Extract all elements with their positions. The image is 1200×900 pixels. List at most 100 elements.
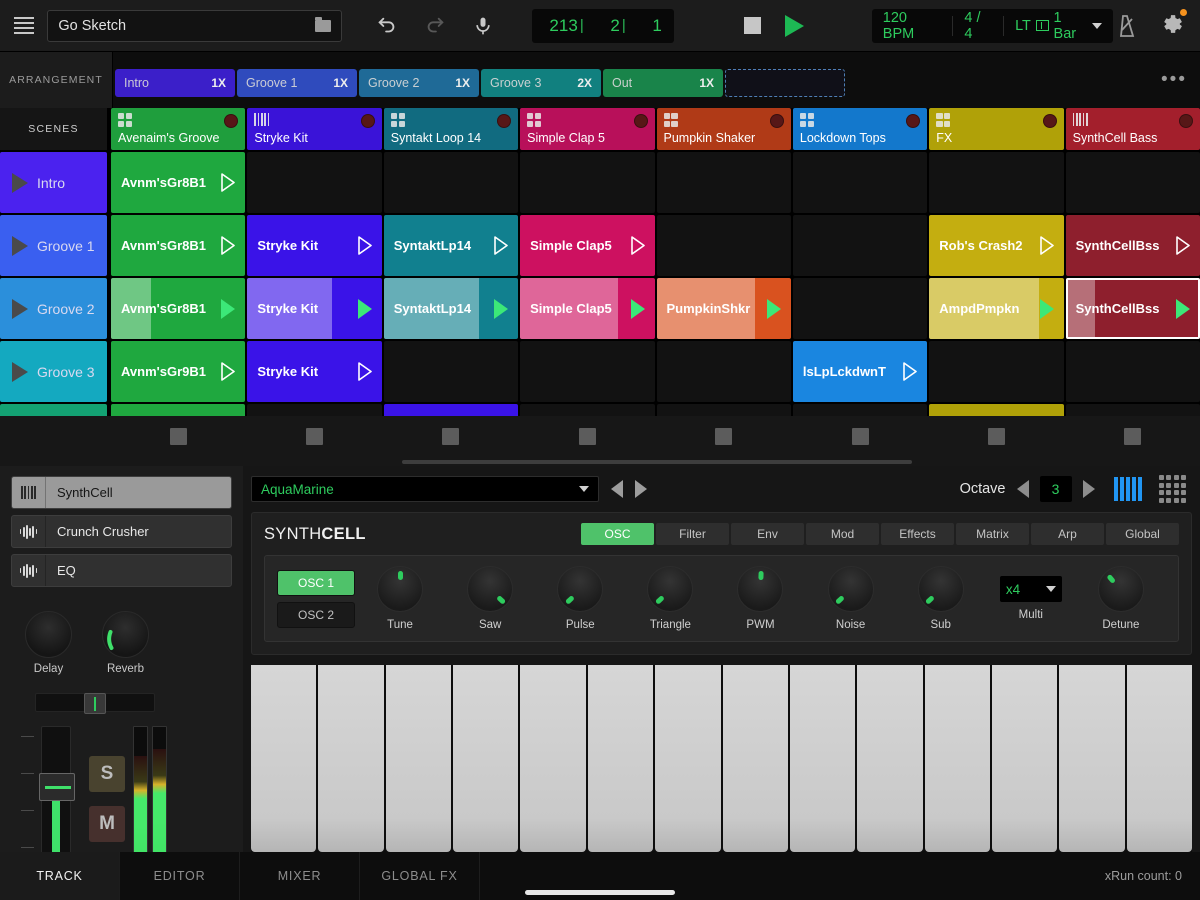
synth-knob[interactable]: Tune: [365, 566, 435, 631]
synth-tab[interactable]: Effects: [881, 523, 954, 545]
track-header[interactable]: Syntakt Loop 14: [384, 108, 518, 150]
clip-cell[interactable]: Avnm'sGr9B1: [111, 341, 245, 402]
arrangement-empty-slot[interactable]: [725, 69, 845, 97]
record-arm-button[interactable]: [1043, 114, 1057, 128]
arrangement-block[interactable]: Groove 11X: [237, 69, 357, 97]
clip-playing-icon[interactable]: [767, 299, 781, 319]
time-signature-button[interactable]: 4 / 4: [953, 16, 1003, 36]
bottom-tab[interactable]: TRACK: [0, 852, 120, 900]
record-arm-button[interactable]: [634, 114, 648, 128]
empty-clip-slot[interactable]: [657, 215, 791, 276]
fader-thumb[interactable]: [39, 773, 75, 801]
stop-clip-cell[interactable]: [929, 428, 1063, 445]
clip-play-icon[interactable]: [1040, 236, 1054, 255]
piano-white-key[interactable]: [1059, 665, 1124, 852]
clip-cell[interactable]: Simple Clap5: [520, 215, 654, 276]
clip-playing-icon[interactable]: [221, 299, 235, 319]
record-arm-button[interactable]: [497, 114, 511, 128]
clip-cell[interactable]: Simple Clap5: [520, 278, 654, 339]
synth-tab[interactable]: Env: [731, 523, 804, 545]
stop-clip-icon[interactable]: [852, 428, 869, 445]
piano-white-key[interactable]: [453, 665, 518, 852]
octave-up-icon[interactable]: [1083, 480, 1095, 498]
clip-play-icon[interactable]: [358, 236, 372, 255]
scene-launch-button[interactable]: Groove 3: [0, 341, 107, 402]
stop-clip-icon[interactable]: [715, 428, 732, 445]
previous-preset-icon[interactable]: [611, 480, 623, 498]
clip-playing-icon[interactable]: [1040, 299, 1054, 319]
empty-clip-slot[interactable]: [657, 404, 791, 415]
synth-tab[interactable]: Arp: [1031, 523, 1104, 545]
preset-selector[interactable]: AquaMarine: [251, 476, 599, 502]
synth-tab[interactable]: Matrix: [956, 523, 1029, 545]
horizontal-scrollbar[interactable]: [0, 458, 1200, 466]
clip-cell[interactable]: [111, 404, 245, 415]
undo-icon[interactable]: [374, 13, 400, 39]
clip-playing-icon[interactable]: [1176, 299, 1190, 319]
clip-cell[interactable]: Avnm'sGr8B1: [111, 215, 245, 276]
empty-clip-slot[interactable]: [1066, 152, 1200, 213]
clip-cell[interactable]: SyntaktLp14: [384, 215, 518, 276]
record-arm-button[interactable]: [770, 114, 784, 128]
stop-clip-icon[interactable]: [579, 428, 596, 445]
stop-clip-cell[interactable]: [657, 428, 791, 445]
synth-tab[interactable]: Filter: [656, 523, 729, 545]
empty-clip-slot[interactable]: [384, 341, 518, 402]
clip-play-icon[interactable]: [494, 236, 508, 255]
track-header[interactable]: Pumpkin Shaker: [657, 108, 791, 150]
clip-play-icon[interactable]: [903, 362, 917, 381]
clip-cell[interactable]: Rob's Crash2: [929, 215, 1063, 276]
piano-white-key[interactable]: [925, 665, 990, 852]
clip-playing-icon[interactable]: [358, 299, 372, 319]
clip-cell[interactable]: lsLpLckdwnT: [793, 341, 927, 402]
piano-white-key[interactable]: [723, 665, 788, 852]
solo-button[interactable]: S: [89, 756, 125, 792]
fx-slot[interactable]: EQ: [11, 554, 232, 587]
piano-white-key[interactable]: [992, 665, 1057, 852]
bottom-tab[interactable]: MIXER: [240, 852, 360, 900]
clip-play-icon[interactable]: [631, 236, 645, 255]
arrangement-block[interactable]: Intro1X: [115, 69, 235, 97]
octave-down-icon[interactable]: [1017, 480, 1029, 498]
knob-dial[interactable]: [737, 566, 783, 612]
record-arm-button[interactable]: [906, 114, 920, 128]
piano-keyboard-icon[interactable]: [1114, 477, 1142, 501]
track-header[interactable]: Lockdown Tops: [793, 108, 927, 150]
pan-control[interactable]: [11, 693, 232, 712]
clip-play-icon[interactable]: [358, 362, 372, 381]
synth-knob[interactable]: Noise: [816, 566, 886, 631]
empty-clip-slot[interactable]: [929, 341, 1063, 402]
microphone-icon[interactable]: [470, 13, 496, 39]
pan-thumb[interactable]: [84, 693, 106, 714]
clip-play-icon[interactable]: [1176, 236, 1190, 255]
clip-playing-icon[interactable]: [494, 299, 508, 319]
transport-position-display[interactable]: 213 | 2 | 1: [532, 9, 674, 43]
track-header[interactable]: Avenaim's Groove: [111, 108, 245, 150]
bottom-tab[interactable]: EDITOR: [120, 852, 240, 900]
stop-clip-icon[interactable]: [306, 428, 323, 445]
scene-launch-button[interactable]: [0, 404, 107, 415]
chevron-down-icon[interactable]: [1092, 23, 1102, 29]
knob-dial[interactable]: [828, 566, 874, 612]
redo-icon[interactable]: [422, 13, 448, 39]
clip-play-icon[interactable]: [221, 173, 235, 192]
arrangement-track[interactable]: Intro1XGroove 11XGroove 21XGroove 32XOut…: [113, 52, 1148, 108]
piano-white-key[interactable]: [857, 665, 922, 852]
track-header[interactable]: FX: [929, 108, 1063, 150]
synth-knob[interactable]: Detune: [1086, 566, 1156, 631]
play-button[interactable]: [785, 15, 804, 37]
synth-knob[interactable]: PWM: [725, 566, 795, 631]
clip-cell[interactable]: [929, 404, 1063, 415]
empty-clip-slot[interactable]: [657, 152, 791, 213]
clip-cell[interactable]: Avnm'sGr8B1: [111, 278, 245, 339]
next-preset-icon[interactable]: [635, 480, 647, 498]
knob-dial[interactable]: [557, 566, 603, 612]
record-arm-button[interactable]: [224, 114, 238, 128]
scene-launch-button[interactable]: Intro: [0, 152, 107, 213]
synth-tab[interactable]: OSC: [581, 523, 654, 545]
track-header[interactable]: SynthCell Bass: [1066, 108, 1200, 150]
empty-clip-slot[interactable]: [247, 152, 381, 213]
clip-cell[interactable]: [384, 404, 518, 415]
synth-knob[interactable]: Saw: [455, 566, 525, 631]
pad-grid-icon[interactable]: [1159, 475, 1187, 503]
